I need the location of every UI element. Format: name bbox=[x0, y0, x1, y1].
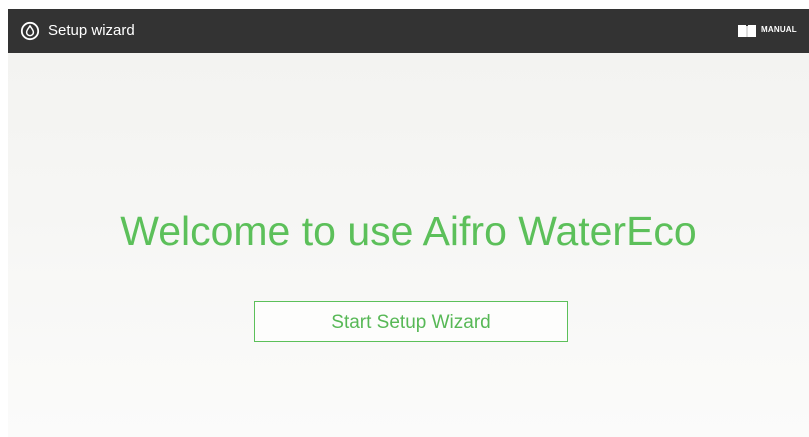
top-app-bar: Setup wizard MANUAL bbox=[8, 9, 809, 53]
book-icon bbox=[737, 24, 757, 38]
app-title: Setup wizard bbox=[48, 22, 135, 39]
start-setup-wizard-label: Start Setup Wizard bbox=[331, 312, 491, 333]
welcome-heading: Welcome to use Aifro WaterEco bbox=[120, 208, 697, 254]
start-setup-wizard-button[interactable]: Start Setup Wizard bbox=[254, 301, 568, 342]
manual-label: MANUAL bbox=[761, 25, 797, 34]
app-window: Setup wizard MANUAL Welcome to use Aifro… bbox=[8, 9, 809, 437]
manual-button[interactable]: MANUAL bbox=[737, 9, 809, 53]
water-drop-icon bbox=[20, 21, 40, 41]
